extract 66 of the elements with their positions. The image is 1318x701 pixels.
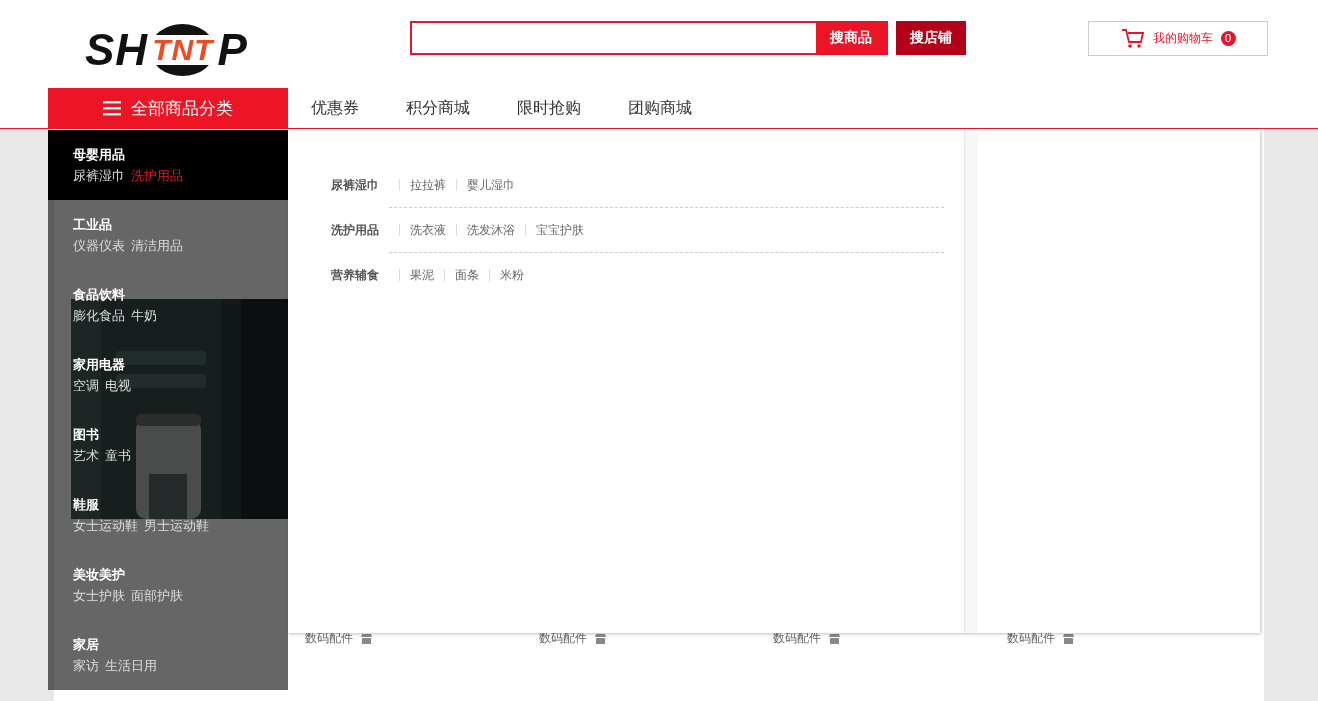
search-products-button[interactable]: 搜商品 [816, 23, 886, 53]
store-icon [595, 633, 606, 644]
search-stores-button[interactable]: 搜店铺 [896, 21, 966, 55]
group-title: 尿裤湿巾 [331, 176, 380, 194]
subcategory-link[interactable]: 牛奶 [131, 307, 157, 325]
category-item[interactable]: 美妆美护 女士护肤 面部护肤 [48, 550, 288, 620]
category-name: 母婴用品 [73, 146, 126, 164]
category-name: 家居 [73, 636, 100, 654]
subcategory-link[interactable]: 家访 [73, 657, 99, 675]
category-name: 工业品 [73, 216, 113, 234]
group-title: 营养辅食 [331, 266, 380, 284]
category-name: 食品饮料 [73, 286, 126, 304]
subcategory-link[interactable]: 空调 [73, 377, 99, 395]
product-tag: 数码配件 [773, 630, 821, 647]
product-tag: 数码配件 [1007, 630, 1055, 647]
subcategory-link[interactable]: 仪器仪表 [73, 237, 125, 255]
subcategory-link[interactable]: 尿裤湿巾 [73, 167, 125, 185]
group-link[interactable]: 面条 [455, 266, 479, 284]
subcategory-link[interactable]: 生活日用 [105, 657, 157, 675]
nav-link[interactable]: 团购商城 [628, 88, 692, 128]
cart-label: 我的购物车 [1152, 30, 1213, 47]
subcategory-link[interactable]: 童书 [105, 447, 131, 465]
subcategory-link[interactable]: 艺术 [73, 447, 99, 465]
category-name: 家用电器 [73, 356, 126, 374]
product-tag: 数码配件 [539, 630, 587, 647]
category-item[interactable]: 鞋服 女士运动鞋 男士运动鞋 [48, 480, 288, 550]
subcategory-link[interactable]: 面部护肤 [131, 587, 183, 605]
category-item[interactable]: 母婴用品 尿裤湿巾 洗护用品 [48, 130, 288, 200]
category-name: 美妆美护 [73, 566, 126, 584]
group-link[interactable]: 婴儿湿巾 [467, 176, 515, 194]
subcategory-link[interactable]: 女士护肤 [73, 587, 125, 605]
logo[interactable]: SHTNTP [85, 20, 255, 80]
nav-link[interactable]: 限时抢购 [517, 88, 581, 128]
store-icon [829, 633, 840, 644]
group-link[interactable]: 米粉 [500, 266, 524, 284]
category-name: 图书 [73, 426, 100, 444]
cart-icon [1120, 27, 1145, 50]
nav-link[interactable]: 积分商城 [406, 88, 470, 128]
group-link[interactable]: 拉拉裤 [410, 176, 446, 194]
subcategory-link[interactable]: 洗护用品 [131, 167, 183, 185]
all-categories-label: 全部商品分类 [131, 96, 233, 120]
store-icon [361, 633, 372, 644]
category-item[interactable]: 家用电器 空调 电视 [48, 340, 288, 410]
group-link[interactable]: 果泥 [410, 266, 434, 284]
group-title: 洗护用品 [331, 221, 380, 239]
subcategory-link[interactable]: 清洁用品 [131, 237, 183, 255]
category-item[interactable]: 工业品 仪器仪表 清洁用品 [48, 200, 288, 270]
cart-button[interactable]: 我的购物车 0 [1088, 21, 1268, 56]
search-field[interactable]: 搜商品 [410, 21, 888, 55]
nav-link[interactable]: 优惠券 [311, 88, 359, 128]
group-link[interactable]: 洗发沐浴 [467, 221, 515, 239]
category-item[interactable]: 食品饮料 膨化食品 牛奶 [48, 270, 288, 340]
subcategory-link[interactable]: 女士运动鞋 [73, 517, 138, 535]
all-categories-button[interactable]: 全部商品分类 [48, 88, 288, 128]
group-link[interactable]: 宝宝护肤 [536, 221, 584, 239]
subcategory-link[interactable]: 膨化食品 [73, 307, 125, 325]
menu-icon [103, 100, 121, 116]
category-name: 鞋服 [73, 496, 100, 514]
product-tag: 数码配件 [305, 630, 353, 647]
subcategory-link[interactable]: 男士运动鞋 [144, 517, 209, 535]
subcategory-link[interactable]: 电视 [105, 377, 131, 395]
store-icon [1063, 633, 1074, 644]
group-link[interactable]: 洗衣液 [410, 221, 446, 239]
cart-count-badge: 0 [1220, 31, 1236, 46]
category-item[interactable]: 图书 艺术 童书 [48, 410, 288, 480]
category-item[interactable]: 家居 家访 生活日用 [48, 620, 288, 690]
